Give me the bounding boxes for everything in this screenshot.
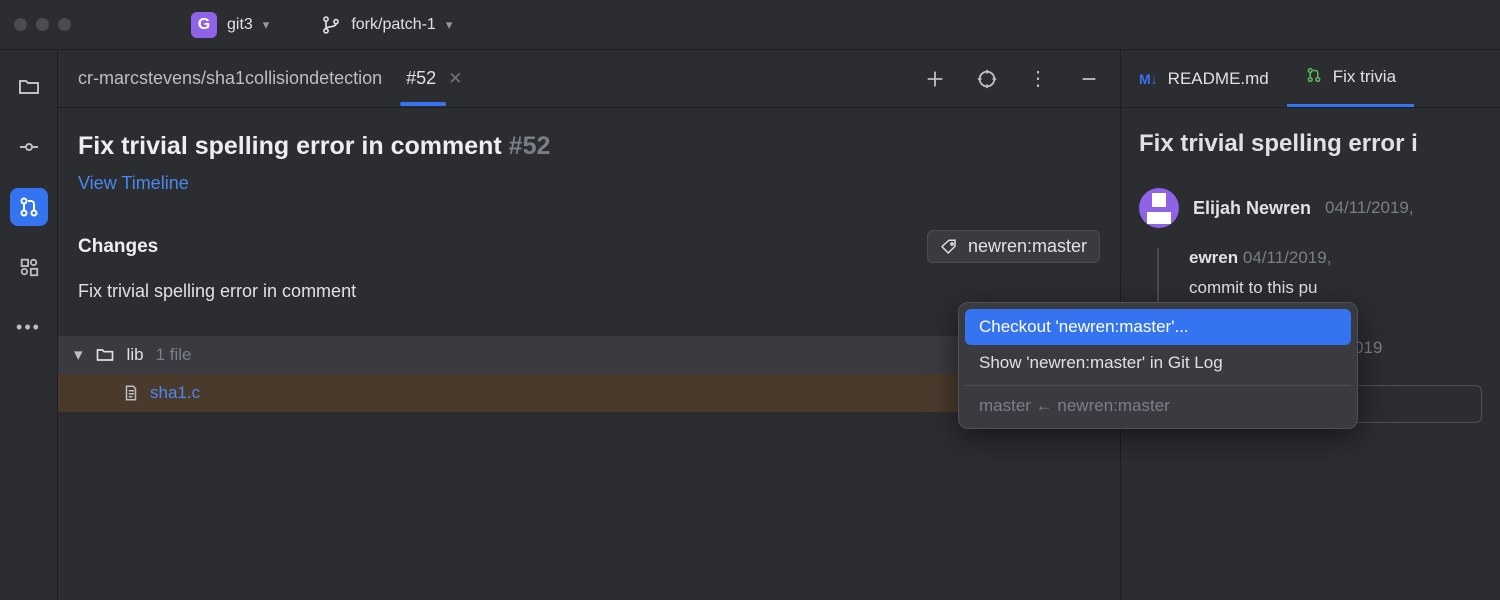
project-icon: G — [191, 12, 217, 38]
file-count: 1 file — [156, 345, 192, 365]
tab-readme[interactable]: M↓ README.md — [1121, 50, 1287, 107]
folder-icon — [95, 345, 115, 365]
folder-name: lib — [127, 345, 144, 365]
pr-title: Fix trivial spelling error in comment #5… — [78, 132, 1100, 161]
author-row: Elijah Newren 04/11/2019, — [1139, 188, 1482, 228]
target-icon[interactable] — [976, 68, 998, 90]
branch-badge-label: newren:master — [968, 236, 1087, 257]
commit-message: Fix trivial spelling error in comment — [78, 281, 1100, 302]
branch-selector[interactable]: fork/patch-1 ▾ — [309, 11, 464, 39]
author-name: Elijah Newren — [1193, 198, 1311, 219]
branch-name: fork/patch-1 — [351, 16, 435, 34]
left-sidebar: ••• — [0, 50, 58, 600]
menu-checkout[interactable]: Checkout 'newren:master'... — [965, 309, 1351, 345]
tag-icon — [940, 238, 958, 256]
tab-bar: cr-marcstevens/sha1collisiondetection #5… — [58, 50, 1120, 108]
timeline-row: ewren 04/11/2019, — [1189, 248, 1482, 268]
tab-pr-label: #52 — [406, 68, 436, 89]
pr-number: #52 — [509, 132, 551, 160]
folder-icon — [17, 75, 41, 99]
close-icon[interactable]: ✕ — [448, 69, 462, 89]
project-selector[interactable]: G git3 ▾ — [181, 8, 279, 42]
sidebar-more[interactable]: ••• — [10, 308, 48, 346]
commit-icon — [17, 135, 41, 159]
structure-icon — [18, 256, 40, 278]
chevron-down-icon: ▾ — [446, 17, 453, 33]
window-controls[interactable] — [14, 18, 71, 31]
sidebar-folder[interactable] — [10, 68, 48, 106]
plus-icon[interactable] — [924, 68, 946, 90]
tab-repo[interactable]: cr-marcstevens/sha1collisiondetection — [78, 68, 382, 89]
minimize-dot[interactable] — [36, 18, 49, 31]
pull-request-icon — [17, 195, 41, 219]
menu-show-git-log[interactable]: Show 'newren:master' in Git Log — [965, 345, 1351, 381]
pull-request-icon — [1305, 66, 1323, 89]
branch-icon — [321, 15, 341, 35]
minimize-icon[interactable] — [1078, 68, 1100, 90]
author-date: 04/11/2019, — [1325, 198, 1414, 218]
chevron-down-icon: ▾ — [74, 345, 83, 365]
kebab-icon[interactable]: ⋮ — [1028, 66, 1048, 91]
timeline-row: commit to this pu — [1189, 278, 1482, 298]
project-name: git3 — [227, 16, 253, 34]
branch-badge[interactable]: newren:master — [927, 230, 1100, 263]
tab-pr-detail-label: Fix trivia — [1333, 67, 1396, 87]
markdown-icon: M↓ — [1139, 71, 1158, 87]
chevron-down-icon: ▾ — [263, 17, 270, 33]
sidebar-pull-requests[interactable] — [10, 188, 48, 226]
tab-pr[interactable]: #52 ✕ — [406, 68, 462, 89]
changes-header: Changes — [78, 236, 158, 258]
zoom-dot[interactable] — [58, 18, 71, 31]
pr-title-text: Fix trivial spelling error in comment — [78, 132, 502, 160]
avatar — [1139, 188, 1179, 228]
file-icon — [122, 384, 140, 402]
tab-pr-detail[interactable]: Fix trivia — [1287, 50, 1414, 107]
close-dot[interactable] — [14, 18, 27, 31]
branch-context-menu: Checkout 'newren:master'... Show 'newren… — [958, 302, 1358, 429]
ellipsis-icon: ••• — [16, 317, 41, 338]
menu-footer: master ← newren:master — [965, 385, 1351, 422]
sidebar-commits[interactable] — [10, 128, 48, 166]
file-name: sha1.c — [150, 383, 200, 403]
titlebar: G git3 ▾ fork/patch-1 ▾ — [0, 0, 1500, 50]
right-tab-bar: M↓ README.md Fix trivia — [1121, 50, 1500, 108]
sidebar-structure[interactable] — [10, 248, 48, 286]
pr-detail-title: Fix trivial spelling error i — [1139, 130, 1482, 158]
row-date: 04/11/2019, — [1243, 248, 1332, 267]
author-partial: ewren — [1189, 248, 1238, 267]
main-panel: cr-marcstevens/sha1collisiondetection #5… — [58, 50, 1120, 600]
tab-readme-label: README.md — [1168, 69, 1269, 89]
view-timeline-link[interactable]: View Timeline — [78, 173, 1100, 194]
